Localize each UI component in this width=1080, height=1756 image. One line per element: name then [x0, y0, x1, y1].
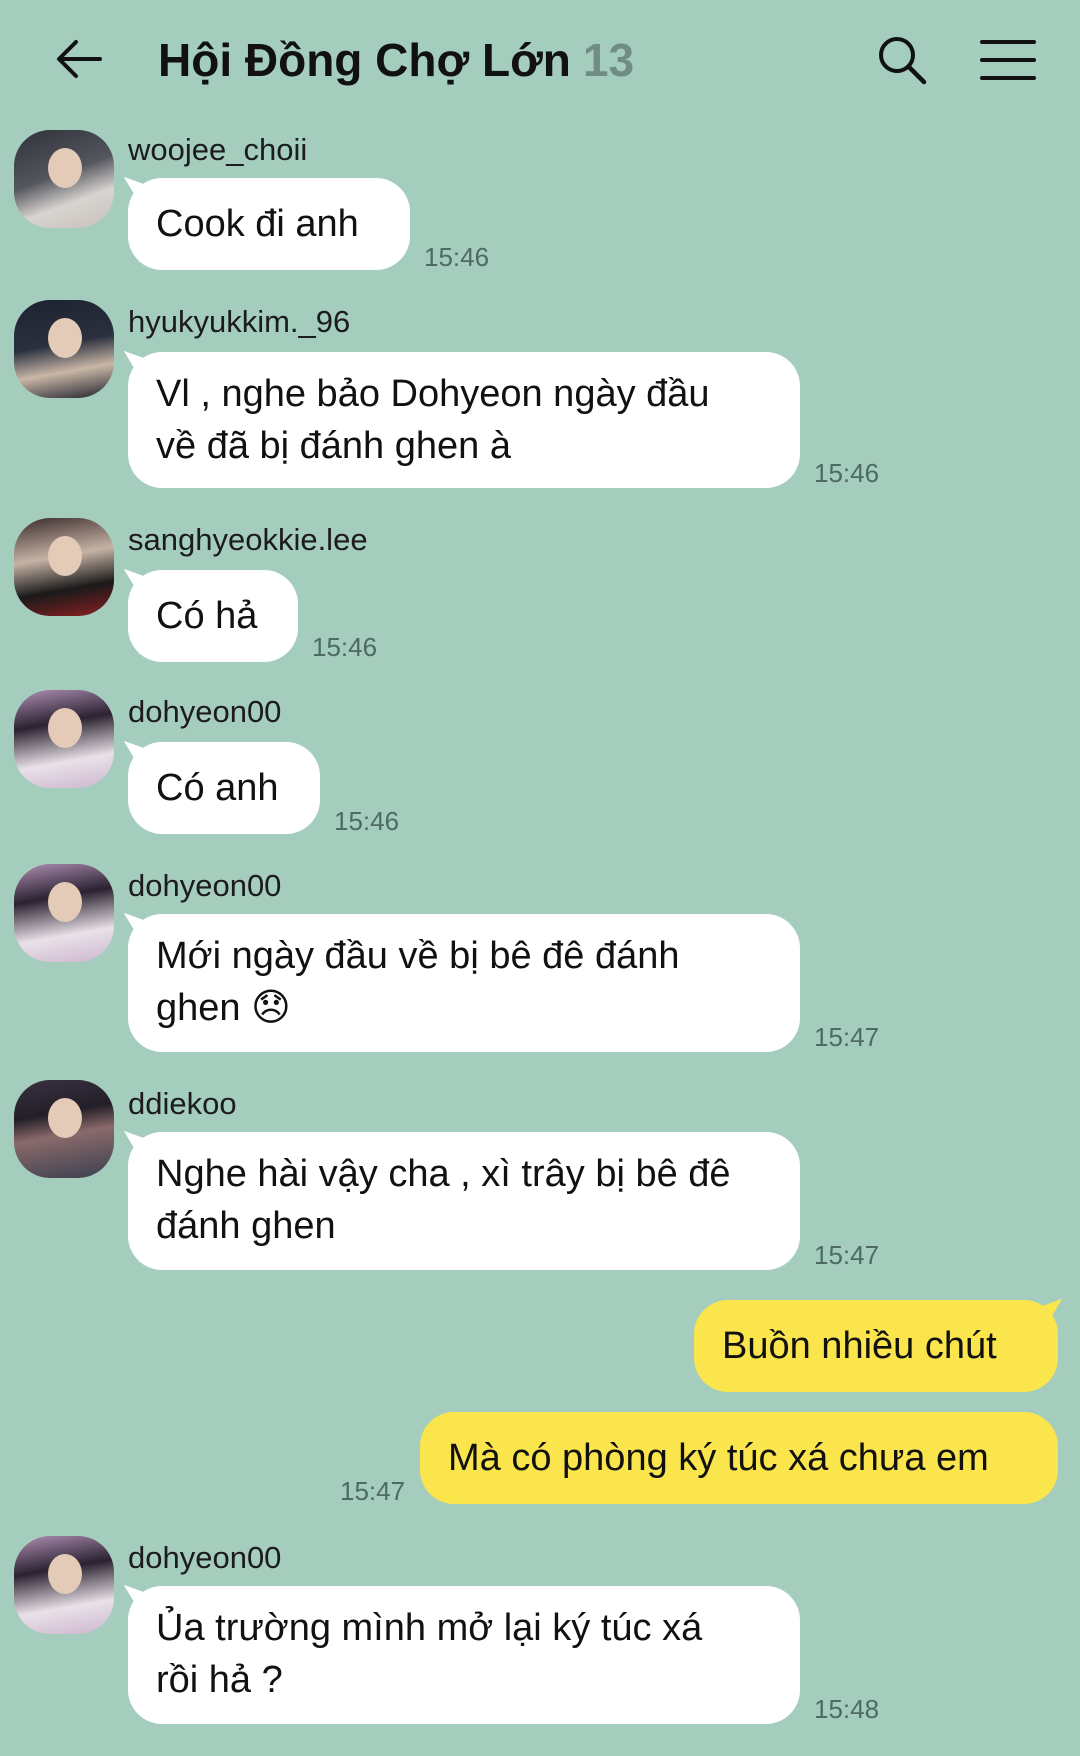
message-text-line: rồi hả ?	[156, 1659, 283, 1701]
message-time: 15:46	[424, 242, 490, 272]
message-bubble[interactable]: Có anh	[128, 742, 320, 834]
message-text-line: Mới ngày đầu về bị bê đê đánh	[156, 935, 680, 977]
message-bubble[interactable]: Nghe hài vậy cha , xì trây bị bê đê đánh…	[128, 1132, 800, 1270]
message-text-line: về đã bị đánh ghen à	[156, 425, 511, 467]
sender-name: dohyeon00	[128, 1540, 282, 1575]
search-icon	[879, 37, 927, 85]
message-bubble[interactable]: Cook đi anh	[128, 178, 410, 270]
message-time: 15:47	[814, 1022, 880, 1052]
avatar[interactable]	[14, 130, 114, 228]
my-message-bubble[interactable]: Mà có phòng ký túc xá chưa em	[420, 1412, 1058, 1504]
avatar[interactable]	[14, 690, 114, 788]
avatar-face	[48, 148, 82, 188]
avatar-face	[48, 708, 82, 748]
message-bubble[interactable]: Ủa trường mình mở lại ký túc xá rồi hả ?	[128, 1586, 800, 1724]
message-text-line: Nghe hài vậy cha , xì trây bị bê đê	[156, 1153, 731, 1195]
avatar-face	[48, 536, 82, 576]
sender-name: dohyeon00	[128, 868, 282, 903]
message-time: 15:48	[814, 1694, 880, 1724]
back-button[interactable]	[50, 30, 110, 90]
menu-button[interactable]	[976, 30, 1040, 90]
message-text: Mà có phòng ký túc xá chưa em	[448, 1437, 989, 1479]
avatar[interactable]	[14, 864, 114, 962]
hamburger-menu-icon	[980, 40, 1036, 80]
avatar-face	[48, 1554, 82, 1594]
message-text-line: đánh ghen	[156, 1205, 336, 1247]
avatar[interactable]	[14, 518, 114, 616]
my-message-bubble[interactable]: Buồn nhiều chút	[694, 1300, 1058, 1392]
message-bubble[interactable]: Vl , nghe bảo Dohyeon ngày đầu về đã bị …	[128, 352, 800, 488]
message-text-line: Ủa trường mình mở lại ký túc xá	[156, 1607, 703, 1649]
avatar-face	[48, 318, 82, 358]
message-time: 15:47	[340, 1476, 406, 1506]
message-time: 15:46	[334, 806, 400, 836]
sender-name: hyukyukkim._96	[128, 304, 351, 339]
sender-name: ddiekoo	[128, 1086, 237, 1121]
avatar[interactable]	[14, 1536, 114, 1634]
chat-title: Hội Đồng Chợ Lớn 13	[158, 30, 634, 90]
member-count: 13	[582, 34, 635, 86]
arrow-left-icon	[57, 40, 102, 78]
avatar[interactable]	[14, 1080, 114, 1178]
message-time: 15:47	[814, 1240, 880, 1270]
sender-name: dohyeon00	[128, 694, 282, 729]
message-text-line: ghen 😞	[156, 987, 291, 1029]
avatar-face	[48, 882, 82, 922]
chat-header: Hội Đồng Chợ Lớn 13	[0, 0, 1080, 120]
message-text: Có anh	[156, 767, 279, 809]
search-button[interactable]	[872, 30, 932, 90]
message-time: 15:46	[814, 458, 880, 488]
avatar-face	[48, 1098, 82, 1138]
message-bubble[interactable]: Có hả	[128, 570, 298, 662]
chat-name: Hội Đồng Chợ Lớn	[158, 34, 571, 86]
message-time: 15:46	[312, 632, 378, 662]
sender-name: sanghyeokkie.lee	[128, 522, 368, 557]
avatar[interactable]	[14, 300, 114, 398]
message-text-line: Vl , nghe bảo Dohyeon ngày đầu	[156, 373, 710, 415]
message-text: Cook đi anh	[156, 203, 359, 245]
message-text: Có hả	[156, 595, 258, 637]
message-bubble[interactable]: Mới ngày đầu về bị bê đê đánh ghen 😞	[128, 914, 800, 1052]
sender-name: woojee_choii	[128, 132, 308, 167]
message-text: Buồn nhiều chút	[722, 1325, 997, 1367]
